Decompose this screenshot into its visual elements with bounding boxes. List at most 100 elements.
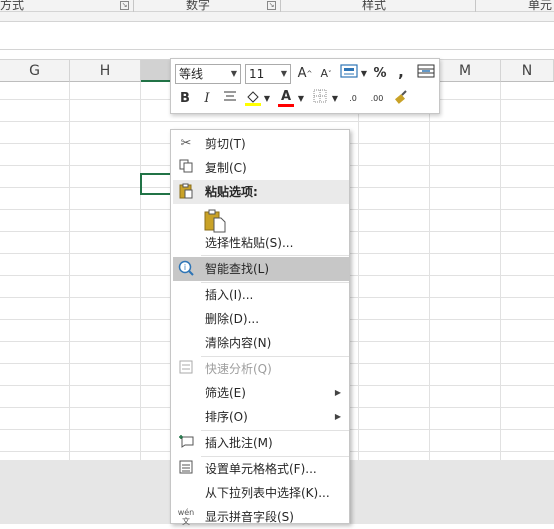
alignment-launcher-icon[interactable]: ↘ xyxy=(120,1,129,10)
scissors-icon: ✂ xyxy=(180,136,192,151)
comma-style-button[interactable]: , xyxy=(393,62,409,82)
grow-font-button[interactable]: A^ xyxy=(296,64,314,84)
formula-bar[interactable] xyxy=(0,22,554,50)
paint-bucket-icon xyxy=(245,91,261,106)
merge-cells-icon xyxy=(417,64,435,78)
menu-item-paste-special[interactable]: 选择性粘贴(S)... xyxy=(173,231,349,255)
menu-item-label: 智能查找(L) xyxy=(205,262,270,276)
column-header-i[interactable] xyxy=(141,60,172,82)
comment-icon xyxy=(177,434,195,452)
submenu-arrow-icon: ▶ xyxy=(334,388,341,397)
borders-icon xyxy=(313,89,327,103)
shrink-font-button[interactable]: A˅ xyxy=(317,64,335,84)
menu-item-copy[interactable]: 复制(C) xyxy=(173,156,349,180)
font-color-button[interactable]: A xyxy=(276,87,296,107)
phonetic-icon: wén 文 xyxy=(177,508,195,526)
menu-item-smart-lookup[interactable]: i 智能查找(L) xyxy=(173,257,349,281)
font-name-box[interactable]: 等线 ▼ xyxy=(175,64,241,84)
active-cell[interactable] xyxy=(140,173,172,195)
menu-item-sort[interactable]: 排序(O) ▶ xyxy=(173,405,349,429)
menu-section-label: 粘贴选项: xyxy=(205,185,258,199)
menu-item-label: 插入(I)... xyxy=(205,288,254,302)
number-launcher-icon[interactable]: ↘ xyxy=(267,1,276,10)
menu-item-label: 插入批注(M) xyxy=(205,436,273,450)
align-center-icon xyxy=(224,91,236,101)
grow-font-icon: A xyxy=(297,66,307,81)
fill-color-button[interactable] xyxy=(243,89,263,109)
grid-line xyxy=(140,82,141,460)
merge-center-button[interactable] xyxy=(416,64,436,84)
menu-item-label: 剪切(T) xyxy=(205,137,246,151)
menu-item-cut[interactable]: ✂ 剪切(T) xyxy=(173,132,349,156)
cell-style-button[interactable] xyxy=(338,64,360,84)
mini-toolbar: 等线 ▼ 11 ▼ A^ A˅ ▼ % , B I ▼ A ▼ ▼ .0 .00 xyxy=(170,58,440,114)
quick-analysis-icon xyxy=(177,360,195,378)
grid-line xyxy=(500,82,501,460)
menu-separator xyxy=(201,255,349,256)
align-center-button[interactable] xyxy=(221,89,239,109)
menu-item-delete[interactable]: 删除(D)... xyxy=(173,307,349,331)
menu-item-label: 清除内容(N) xyxy=(205,336,272,350)
menu-item-label: 快速分析(Q) xyxy=(205,362,272,376)
menu-item-filter[interactable]: 筛选(E) ▶ xyxy=(173,381,349,405)
percent-style-button[interactable]: % xyxy=(371,64,389,84)
chevron-down-icon[interactable]: ▼ xyxy=(297,89,305,109)
svg-text:i: i xyxy=(184,263,186,272)
chevron-down-icon[interactable]: ▼ xyxy=(360,64,368,84)
menu-item-label: 复制(C) xyxy=(205,161,247,175)
ribbon-separator xyxy=(475,0,476,12)
submenu-arrow-icon: ▶ xyxy=(334,412,341,421)
menu-item-pick-from-list[interactable]: 从下拉列表中选择(K)... xyxy=(173,481,349,505)
menu-item-label: 筛选(E) xyxy=(205,386,246,400)
cell-style-icon xyxy=(340,64,358,78)
shrink-font-icon: A xyxy=(320,67,329,80)
ribbon-strip: 方式 ↘ 数字 ↘ 样式 单元 xyxy=(0,0,554,12)
grid-line xyxy=(0,121,554,122)
increase-decimal-icon: .0 xyxy=(349,94,357,103)
chevron-down-icon[interactable]: ▼ xyxy=(263,89,271,109)
bold-button[interactable]: B xyxy=(177,89,193,109)
clipboard-icon xyxy=(177,183,195,201)
font-name-value: 等线 xyxy=(179,67,204,81)
font-color-icon: A xyxy=(280,89,292,104)
menu-item-format-cells[interactable]: 设置单元格格式(F)... xyxy=(173,457,349,481)
grid-line xyxy=(358,82,359,460)
column-header-n[interactable]: N xyxy=(501,60,554,82)
italic-button[interactable]: I xyxy=(199,89,215,109)
decrease-decimal-button[interactable]: .00 xyxy=(367,89,387,109)
menu-item-quick-analysis: 快速分析(Q) xyxy=(173,357,349,381)
menu-item-label: 排序(O) xyxy=(205,410,248,424)
decrease-decimal-icon: .00 xyxy=(370,94,384,103)
smart-lookup-icon: i xyxy=(177,260,195,278)
font-size-value: 11 xyxy=(249,67,265,81)
menu-item-insert[interactable]: 插入(I)... xyxy=(173,283,349,307)
chevron-down-icon[interactable]: ▼ xyxy=(231,65,237,83)
column-header-m[interactable]: M xyxy=(430,60,501,82)
menu-section-paste-options: 粘贴选项: xyxy=(173,180,349,204)
copy-icon xyxy=(177,159,195,177)
ribbon-bottom xyxy=(0,12,554,22)
font-size-box[interactable]: 11 ▼ xyxy=(245,64,291,84)
phonetic-icon-text: wén xyxy=(177,508,195,517)
grid-line xyxy=(69,82,70,460)
format-cells-icon xyxy=(177,460,195,478)
chevron-down-icon[interactable]: ▼ xyxy=(281,65,287,83)
increase-decimal-button[interactable]: .0 xyxy=(343,89,363,109)
column-header-h[interactable]: H xyxy=(70,60,141,82)
column-header-g[interactable]: G xyxy=(0,60,70,82)
menu-item-clear-contents[interactable]: 清除内容(N) xyxy=(173,331,349,355)
menu-item-insert-comment[interactable]: 插入批注(M) xyxy=(173,431,349,455)
paste-clipboard-icon xyxy=(203,209,227,233)
menu-item-label: 从下拉列表中选择(K)... xyxy=(205,486,330,500)
ribbon-separator xyxy=(280,0,281,12)
format-painter-button[interactable] xyxy=(391,89,411,109)
format-painter-icon xyxy=(395,90,407,104)
menu-item-label: 删除(D)... xyxy=(205,312,260,326)
menu-item-show-phonetic[interactable]: wén 文 显示拼音字段(S) xyxy=(173,505,349,529)
chevron-down-icon[interactable]: ▼ xyxy=(331,89,339,109)
ribbon-separator xyxy=(133,0,134,12)
menu-item-label: 选择性粘贴(S)... xyxy=(205,236,294,250)
context-menu: ✂ 剪切(T) 复制(C) 粘贴选项: 选择性粘贴(S)... i 智能查找(L… xyxy=(170,129,350,526)
menu-item-label: 设置单元格格式(F)... xyxy=(205,462,317,476)
borders-button[interactable] xyxy=(311,89,329,109)
